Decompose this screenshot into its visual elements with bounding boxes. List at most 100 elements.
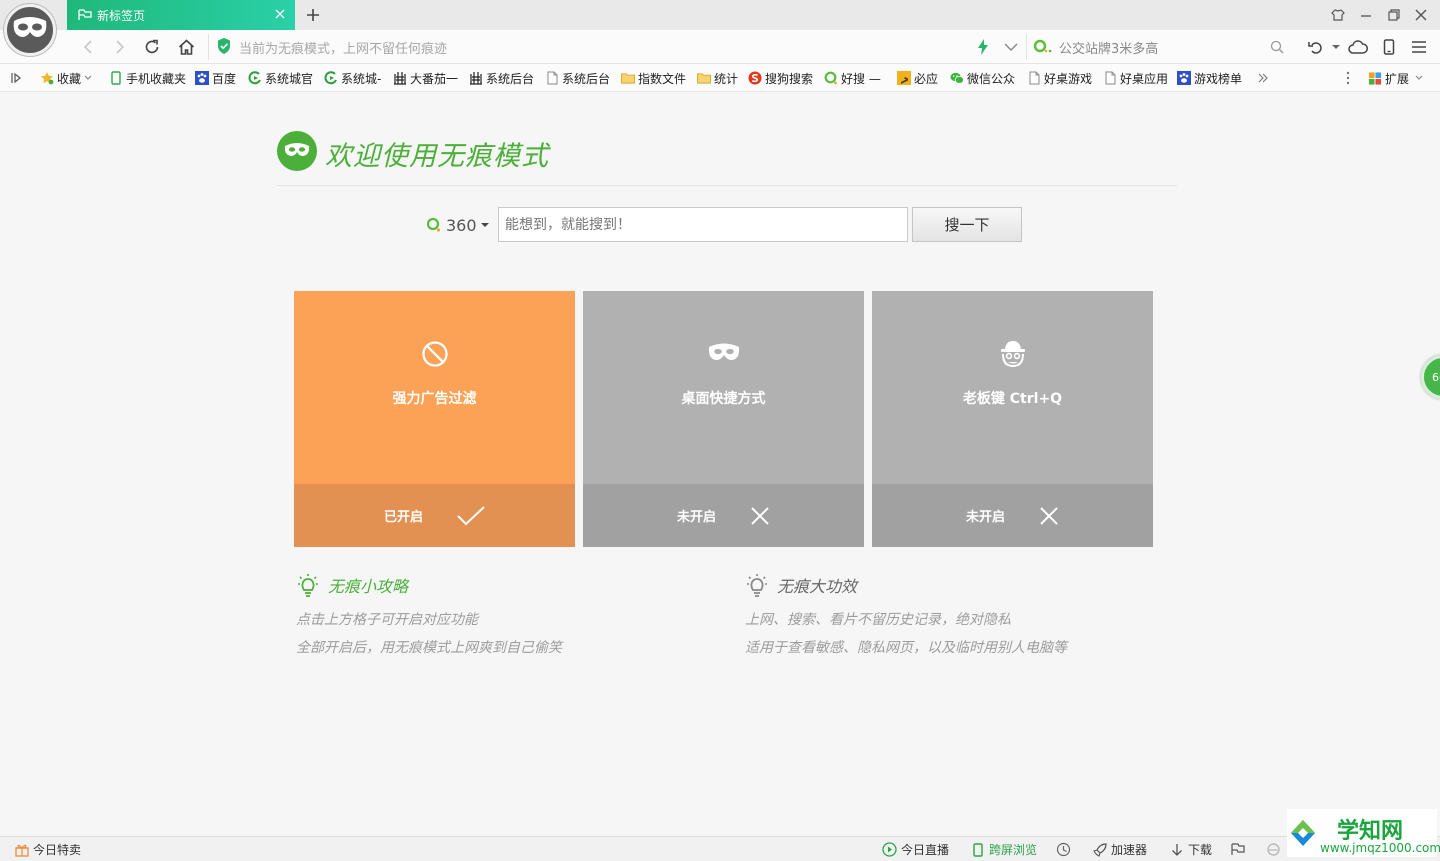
address-dropdown-icon[interactable]: [1000, 36, 1022, 58]
rocket-icon: [1092, 842, 1107, 857]
card-title: 强力广告过滤: [392, 391, 477, 407]
daily-deals-button[interactable]: 今日特卖: [14, 841, 81, 858]
bookmark-item[interactable]: 系统城官: [248, 69, 313, 87]
navigation-bar: 当前为无痕模式，上网不留任何痕迹 公交站牌3米多高: [0, 30, 1440, 64]
haosou-icon: [1033, 39, 1053, 56]
mobile-icon[interactable]: [1378, 36, 1400, 58]
page-icon: [1103, 71, 1117, 85]
shield-icon: [217, 37, 231, 57]
address-bar[interactable]: 当前为无痕模式，上网不留任何痕迹: [208, 34, 1026, 60]
play-icon: [882, 842, 897, 857]
speed-mode-icon[interactable]: [972, 36, 994, 58]
download-icon: [1169, 842, 1184, 857]
bookmark-item[interactable]: 好搜 —: [824, 69, 881, 87]
bookmark-item[interactable]: 百度: [195, 69, 236, 87]
bookmark-item[interactable]: 游戏榜单: [1177, 69, 1242, 87]
bookmark-item[interactable]: 大番茄一: [393, 69, 458, 87]
search-button[interactable]: 搜一下: [912, 207, 1022, 242]
bookmark-item[interactable]: 好桌游戏: [1027, 69, 1092, 87]
tip-line: 全部开启后，用无痕模式上网爽到自己偷笑: [296, 640, 562, 656]
tips-section: 无痕小攻略 点击上方格子可开启对应功能 全部开启后，用无痕模式上网爽到自己偷笑: [296, 571, 716, 657]
extensions-icon: [1368, 71, 1382, 85]
bookmark-item[interactable]: 微信公众: [950, 69, 1015, 87]
phone-icon: [970, 842, 985, 857]
sogou-icon: [748, 71, 762, 85]
mask-icon: [707, 337, 741, 371]
search-engine-name: 360: [446, 215, 477, 235]
tip-line: 点击上方格子可开启对应功能: [296, 612, 478, 628]
ad-filter-card[interactable]: 强力广告过滤 已开启: [294, 291, 575, 547]
undo-close-icon[interactable]: [1305, 36, 1327, 58]
accelerator-button[interactable]: 加速器: [1092, 841, 1147, 858]
bookmark-item[interactable]: 手机收藏夹: [109, 69, 186, 87]
new-tab-button[interactable]: [302, 4, 324, 26]
incognito-avatar-icon[interactable]: [4, 4, 56, 56]
minimize-button[interactable]: [1355, 5, 1377, 25]
forward-button[interactable]: [109, 36, 131, 58]
tip-line: 适用于查看敏感、隐私网页，以及临时用别人电脑等: [745, 640, 1067, 656]
download-button[interactable]: 下载: [1169, 841, 1212, 858]
live-button[interactable]: 今日直播: [882, 841, 949, 858]
search-icon[interactable]: [1266, 36, 1288, 58]
site-icon: [324, 71, 338, 85]
chevron-down-icon: [84, 75, 92, 80]
bookmark-item[interactable]: 统计: [697, 69, 738, 87]
gift-icon: [14, 842, 29, 857]
tab-new-tab[interactable]: 新标签页: [67, 0, 295, 30]
status-bar: 今日特卖 今日直播 跨屏浏览 加速器 下载: [0, 836, 1440, 861]
restore-button[interactable]: [1383, 5, 1405, 25]
cloud-icon[interactable]: [1347, 36, 1369, 58]
bookmark-item[interactable]: 系统城-: [324, 69, 381, 87]
history-icon[interactable]: [1056, 841, 1071, 858]
floating-speed-ball[interactable]: 66: [1421, 355, 1440, 399]
close-icon: [751, 506, 769, 525]
star-icon: [40, 71, 54, 85]
close-tab-icon[interactable]: [273, 7, 287, 21]
back-button[interactable]: [77, 36, 99, 58]
more-bookmarks-icon[interactable]: [1258, 69, 1268, 87]
card-state: 未开启: [965, 510, 1005, 525]
benefits-title: 无痕大功效: [777, 577, 858, 596]
card-state: 已开启: [383, 510, 423, 525]
watermark-logo-icon: [1289, 819, 1317, 847]
lightbulb-icon: [296, 572, 320, 598]
ie-icon[interactable]: [1266, 841, 1281, 858]
undo-dropdown-icon[interactable]: [1325, 36, 1347, 58]
tab-title: 新标签页: [97, 8, 146, 23]
search-query: 公交站牌3米多高: [1059, 41, 1159, 57]
bookmarks-bar: 收藏 手机收藏夹 百度 系统城官 系统城- 大番茄一 系统后台 系统后台 指数文…: [0, 64, 1440, 92]
cross-screen-button[interactable]: 跨屏浏览: [970, 841, 1037, 858]
search-engine-selector[interactable]: 360: [426, 213, 489, 237]
lightbulb-icon: [745, 572, 769, 598]
flag-icon: [77, 8, 93, 22]
refresh-button[interactable]: [141, 36, 163, 58]
phone-icon: [109, 71, 123, 85]
card-title: 桌面快捷方式: [681, 391, 766, 407]
sidebar-toggle-icon[interactable]: [10, 69, 22, 87]
desktop-shortcut-card[interactable]: 桌面快捷方式 未开启: [583, 291, 864, 547]
search-box[interactable]: 公交站牌3米多高: [1026, 34, 1288, 60]
card-title: 老板键 Ctrl+Q: [962, 391, 1063, 407]
caret-down-icon: [480, 223, 489, 227]
site-icon: [248, 71, 262, 85]
bookmark-item[interactable]: 必应: [897, 69, 938, 87]
page-header: 欢迎使用无痕模式: [277, 131, 1177, 186]
bookmark-item[interactable]: 好桌应用: [1103, 69, 1168, 87]
bookmark-item[interactable]: 系统后台: [545, 69, 610, 87]
extensions-button[interactable]: 扩展: [1368, 69, 1423, 87]
skin-icon[interactable]: [1327, 5, 1349, 25]
bookmark-item[interactable]: 搜狗搜索: [748, 69, 813, 87]
bookmark-item[interactable]: 指数文件: [621, 69, 686, 87]
bookmark-item[interactable]: 收藏: [40, 69, 92, 87]
search-input[interactable]: [498, 207, 908, 242]
home-button[interactable]: [175, 36, 197, 58]
card-state: 未开启: [676, 510, 716, 525]
folder-icon: [697, 71, 711, 85]
boss-key-card[interactable]: 老板键 Ctrl+Q 未开启: [872, 291, 1153, 547]
menu-icon[interactable]: [1408, 36, 1430, 58]
more-options-icon[interactable]: [1346, 69, 1350, 87]
bookmark-item[interactable]: 系统后台: [469, 69, 534, 87]
flag-icon[interactable]: [1231, 841, 1245, 858]
close-window-button[interactable]: [1410, 5, 1432, 25]
site-watermark: 学知网 www.jmqz1000.com: [1287, 809, 1440, 857]
